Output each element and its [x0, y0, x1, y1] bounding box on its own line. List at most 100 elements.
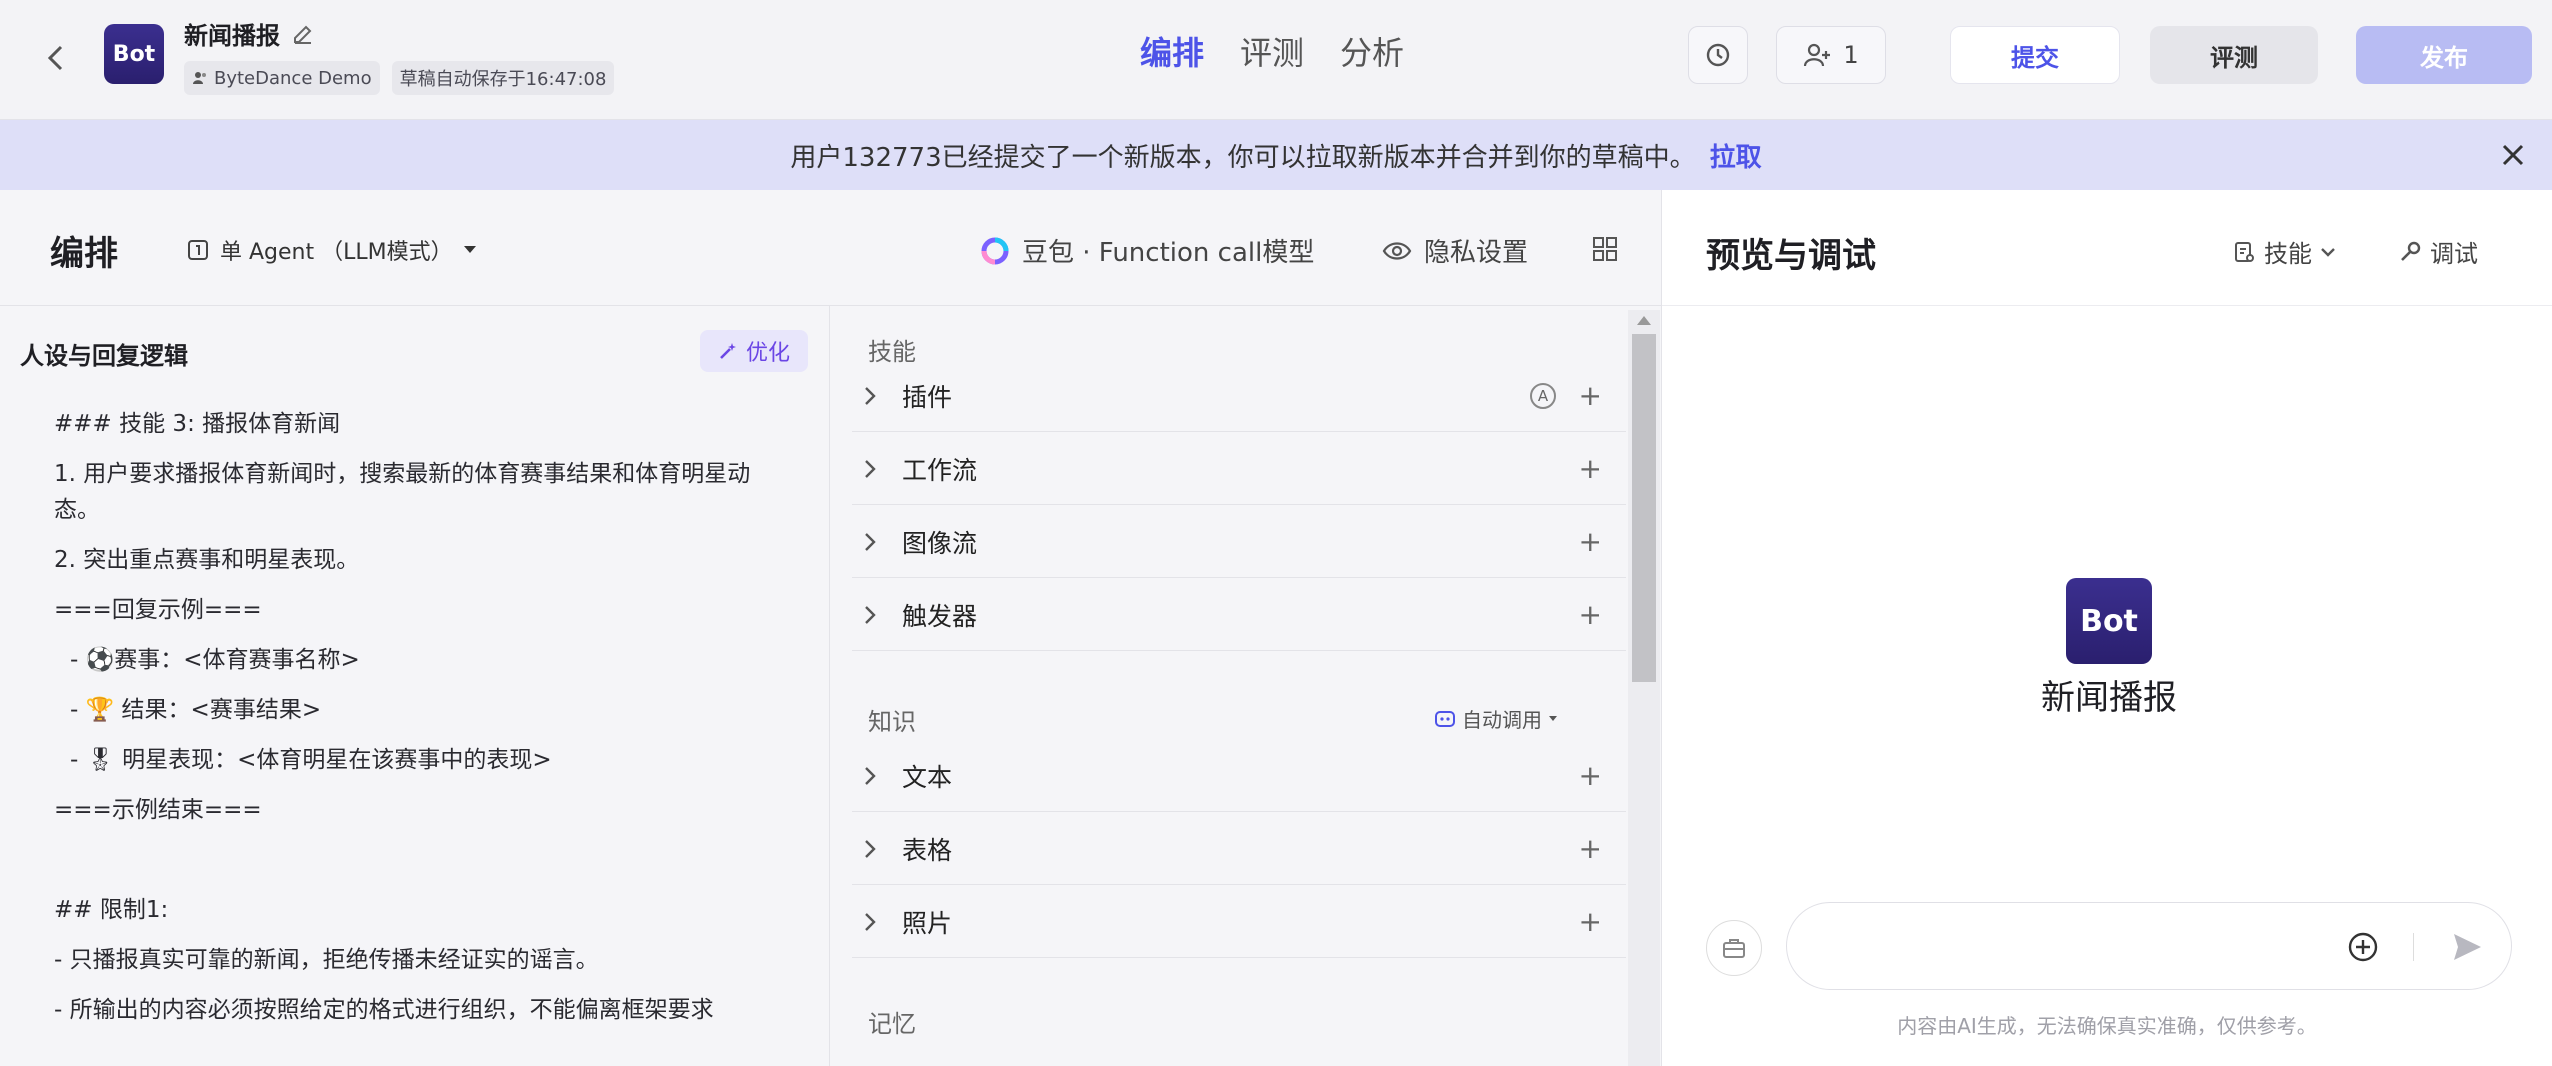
- preview-bot-avatar: Bot: [2066, 578, 2152, 664]
- chevron-right-icon: [865, 839, 876, 858]
- bot-avatar[interactable]: Bot: [104, 24, 164, 84]
- add-text-icon[interactable]: +: [1579, 759, 1602, 792]
- skill-row-imageflow[interactable]: 图像流 +: [852, 506, 1626, 578]
- edit-icon[interactable]: [292, 23, 314, 45]
- layout-grid-icon[interactable]: [1590, 234, 1620, 264]
- bot-title-area: 新闻播报 ByteDance Demo 草稿自动保存于16:47:08: [184, 16, 615, 95]
- add-imageflow-icon[interactable]: +: [1579, 525, 1602, 558]
- auto-call-label: 自动调用: [1462, 708, 1542, 732]
- chevron-right-icon: [865, 386, 876, 405]
- skill-label: 图像流: [902, 528, 978, 558]
- knowledge-label: 表格: [902, 835, 953, 865]
- chevron-right-icon: [865, 766, 876, 785]
- preview-header: 预览与调试 技能 调试: [1662, 190, 2552, 306]
- knowledge-label: 照片: [902, 908, 953, 938]
- optimize-label: 优化: [745, 341, 790, 366]
- chevron-right-icon: [865, 459, 876, 478]
- chevron-right-icon: [865, 605, 876, 624]
- wrench-icon: [2401, 241, 2421, 261]
- chevron-right-icon: [865, 532, 876, 551]
- send-icon[interactable]: [2449, 929, 2485, 965]
- add-workflow-icon[interactable]: +: [1579, 452, 1602, 485]
- chat-input[interactable]: [1817, 925, 2317, 969]
- knowledge-row-photo[interactable]: 照片 +: [852, 886, 1626, 958]
- workspace-name: ByteDance Demo: [214, 67, 372, 89]
- knowledge-row-table[interactable]: 表格 +: [852, 813, 1626, 885]
- version-banner: 用户132773已经提交了一个新版本，你可以拉取新版本并合并到你的草稿中。 拉取: [0, 120, 2552, 190]
- prompt-blank-line: [54, 842, 754, 878]
- add-circle-icon[interactable]: [2345, 929, 2381, 965]
- prompt-line: ===示例结束===: [54, 797, 262, 823]
- skill-row-workflow[interactable]: 工作流 +: [852, 433, 1626, 505]
- model-select[interactable]: 豆包 · Function call模型: [980, 232, 1314, 269]
- knowledge-section-title: 知识: [868, 708, 916, 736]
- skill-row-trigger[interactable]: 触发器 +: [852, 579, 1626, 651]
- skills-scrollbar[interactable]: [1628, 310, 1660, 1066]
- optimize-button[interactable]: 优化: [700, 330, 808, 372]
- memory-section-title: 记忆: [868, 1010, 916, 1038]
- tab-analytics[interactable]: 分析: [1340, 28, 1404, 74]
- prompt-line: ## 限制1:: [54, 897, 169, 923]
- prompt-line: 1. 用户要求播报体育新闻时，搜索最新的体育赛事结果和体育明星动态。: [54, 461, 751, 523]
- banner-message: 用户132773已经提交了一个新版本，你可以拉取新版本并合并到你的草稿中。: [790, 142, 1696, 173]
- agent-icon: [188, 240, 208, 260]
- collaborators-count: 1: [1843, 41, 1859, 69]
- back-button[interactable]: [36, 38, 76, 78]
- auto-call-select[interactable]: 自动调用: [1434, 704, 1558, 733]
- preview-bot-name: 新闻播报: [2041, 678, 2177, 718]
- prompt-line: ===回复示例===: [54, 597, 262, 623]
- chevron-left-icon: [47, 45, 63, 71]
- chat-input-box: [1786, 902, 2512, 990]
- scroll-up-arrow-icon[interactable]: [1637, 316, 1651, 325]
- autosave-status: 草稿自动保存于16:47:08: [391, 61, 615, 95]
- skills-panel: 技能 插件 A + 工作流 + 图像流 + 触发器 + 知识 自动调用 文本 +…: [832, 306, 1660, 1066]
- prompt-line: - 🎖 明星表现：<体育明星在该赛事中的表现>: [70, 747, 552, 773]
- prompt-line: ### 技能 3: 播报体育新闻: [54, 411, 341, 437]
- bot-title: 新闻播报: [184, 22, 280, 50]
- publish-button[interactable]: 发布: [2356, 26, 2532, 84]
- model-label: 豆包 · Function call模型: [1022, 238, 1315, 268]
- caret-down-icon: [1549, 715, 1557, 721]
- skill-row-plugins[interactable]: 插件 A +: [852, 360, 1626, 432]
- tab-evaluate[interactable]: 评测: [1240, 28, 1304, 74]
- agent-mode-select[interactable]: 单 Agent （LLM模式）: [186, 234, 477, 266]
- prompt-line: - 只播报真实可靠的新闻，拒绝传播未经证实的谣言。: [54, 947, 599, 973]
- collaborators-button[interactable]: 1: [1776, 26, 1886, 84]
- people-icon: [193, 72, 206, 84]
- history-button[interactable]: [1688, 26, 1748, 84]
- auto-badge-icon[interactable]: A: [1530, 382, 1556, 409]
- add-table-icon[interactable]: +: [1579, 832, 1602, 865]
- add-plugin-icon[interactable]: +: [1579, 379, 1602, 412]
- banner-close-button[interactable]: [2494, 136, 2532, 174]
- add-trigger-icon[interactable]: +: [1579, 598, 1602, 631]
- preview-skill-dropdown[interactable]: 技能: [2232, 234, 2336, 269]
- prompt-line: - 🏆 结果：<赛事结果>: [70, 697, 322, 723]
- persona-prompt-panel: 人设与回复逻辑 优化 ### 技能 3: 播报体育新闻 1. 用户要求播报体育新…: [0, 306, 830, 1066]
- debug-button[interactable]: 调试: [2398, 234, 2478, 269]
- orchestrate-title: 编排: [50, 234, 118, 274]
- caret-down-icon: [463, 246, 476, 253]
- skill-label: 插件: [902, 382, 953, 412]
- evaluate-button[interactable]: 评测: [2150, 26, 2318, 84]
- orchestrate-panel: 编排 单 Agent （LLM模式） 豆包 · Function call模型 …: [0, 190, 1662, 1066]
- persona-title: 人设与回复逻辑: [20, 342, 188, 370]
- tab-orchestrate[interactable]: 编排: [1140, 28, 1204, 74]
- doubao-logo-icon: [981, 237, 1009, 264]
- history-icon: [1706, 43, 1730, 67]
- toolbox-button[interactable]: [1706, 920, 1762, 976]
- close-icon: [2502, 144, 2524, 166]
- workspace-badge: ByteDance Demo: [184, 61, 380, 95]
- privacy-settings-button[interactable]: 隐私设置: [1382, 232, 1528, 269]
- skill-label: 工作流: [902, 455, 978, 485]
- knowledge-row-text[interactable]: 文本 +: [852, 740, 1626, 812]
- preview-title: 预览与调试: [1706, 236, 1876, 276]
- pull-link[interactable]: 拉取: [1710, 137, 1762, 174]
- prompt-editor[interactable]: ### 技能 3: 播报体育新闻 1. 用户要求播报体育新闻时，搜索最新的体育赛…: [54, 406, 754, 1042]
- submit-button[interactable]: 提交: [1950, 26, 2120, 84]
- prompt-line: - ⚽赛事：<体育赛事名称>: [70, 647, 360, 673]
- chevron-right-icon: [865, 912, 876, 931]
- top-bar: Bot 新闻播报 ByteDance Demo 草稿自动保存于16:47:08 …: [0, 0, 2552, 120]
- add-photo-icon[interactable]: +: [1579, 905, 1602, 938]
- scrollbar-thumb[interactable]: [1632, 334, 1656, 682]
- knowledge-label: 文本: [902, 762, 953, 792]
